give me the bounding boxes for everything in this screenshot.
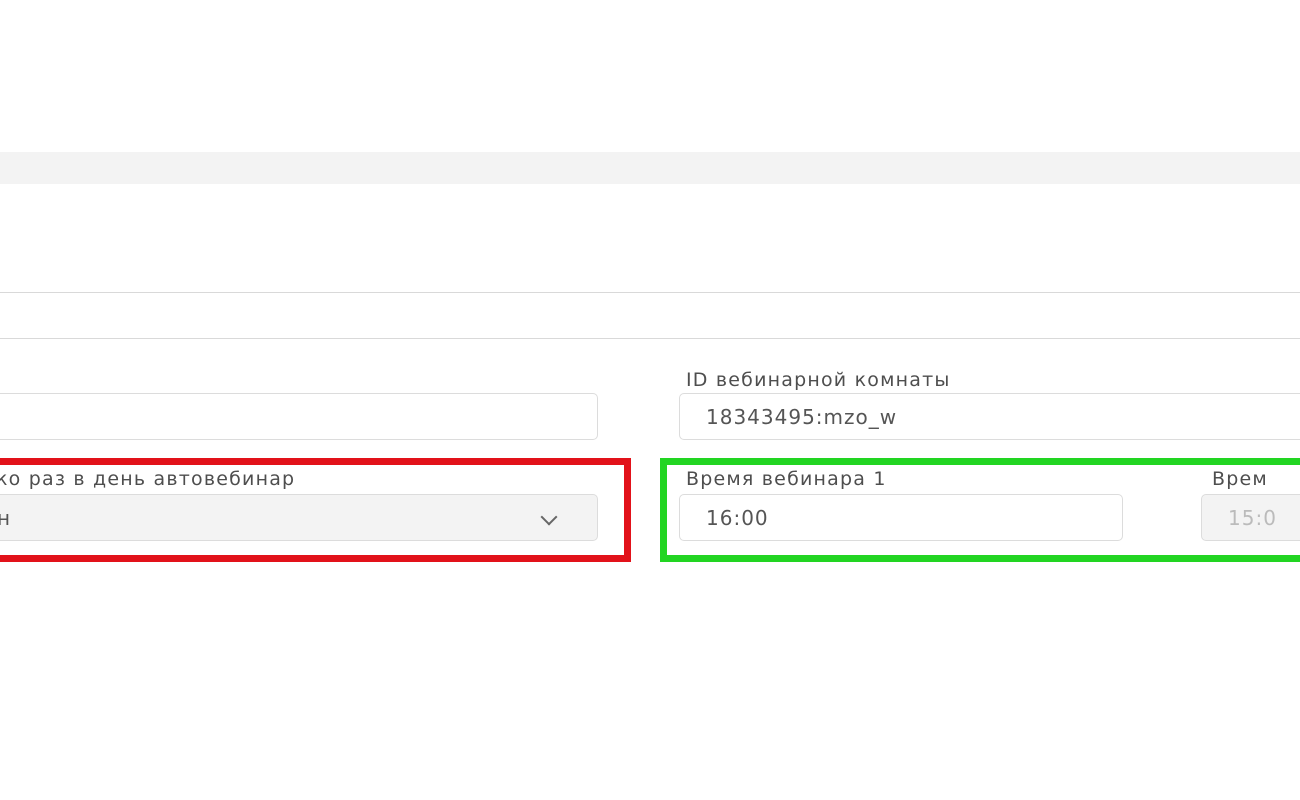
green-highlight-frame [660, 458, 1300, 562]
settings-page: ID вебинарной комнаты 18343495:mzo_w ко … [0, 0, 1300, 800]
room-id-input[interactable]: 18343495:mzo_w [679, 393, 1300, 440]
text-field[interactable] [0, 393, 598, 440]
room-id-value: 18343495:mzo_w [706, 404, 898, 429]
divider [0, 292, 1300, 293]
red-highlight-frame [0, 458, 631, 562]
divider [0, 338, 1300, 339]
header-band [0, 152, 1300, 184]
room-id-label: ID вебинарной комнаты [686, 369, 951, 391]
